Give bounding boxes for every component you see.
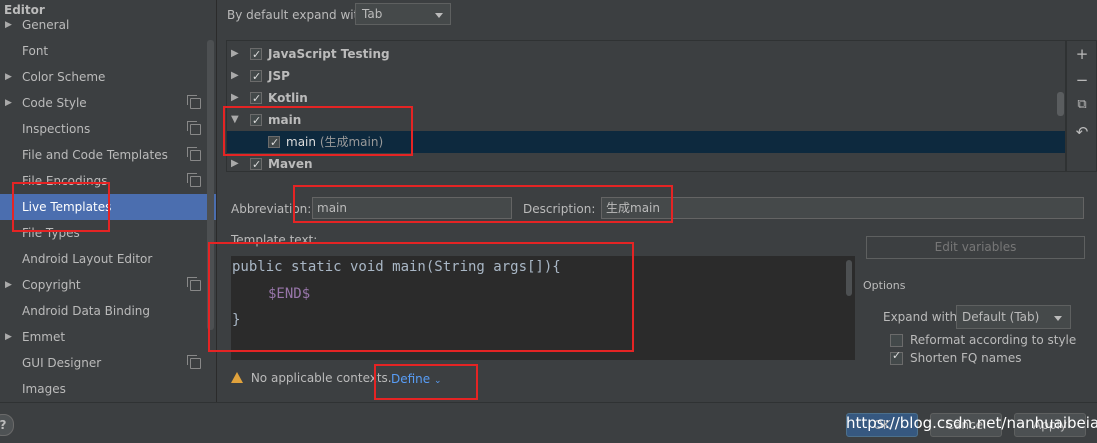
project-copy-icon xyxy=(187,355,201,369)
sidebar-item-images[interactable]: Images xyxy=(0,376,216,402)
tree-toolbar: + − ⧉ ↶ xyxy=(1066,40,1097,172)
project-copy-icon xyxy=(187,147,201,161)
sidebar-item-label: Images xyxy=(22,382,66,396)
group-checkbox[interactable] xyxy=(250,154,262,176)
highlight-box xyxy=(374,364,478,400)
reformat-checkbox[interactable] xyxy=(890,334,903,347)
warning-text: No applicable contexts. xyxy=(250,371,392,385)
expand-arrow-icon[interactable]: ▶ xyxy=(231,153,239,175)
shorten-label: Shorten FQ names xyxy=(910,351,1022,365)
chevron-down-icon xyxy=(435,13,443,18)
expand-arrow-icon[interactable]: ▶ xyxy=(5,272,12,298)
project-copy-icon xyxy=(187,95,201,109)
sidebar-item-android-data-binding[interactable]: Android Data Binding xyxy=(0,298,216,324)
sidebar-item-font[interactable]: Font xyxy=(0,38,216,64)
sidebar-item-label: Font xyxy=(22,44,49,58)
group-checkbox[interactable] xyxy=(250,88,262,110)
remove-icon[interactable]: − xyxy=(1073,71,1091,89)
edit-variables-button[interactable]: Edit variables xyxy=(866,236,1085,259)
warning-icon xyxy=(231,372,243,383)
sidebar-item-emmet[interactable]: ▶ Emmet xyxy=(0,324,216,350)
description-input[interactable]: 生成main xyxy=(601,197,1084,219)
group-checkbox[interactable] xyxy=(250,66,262,88)
highlight-box xyxy=(293,185,673,223)
sidebar-item-label: Color Scheme xyxy=(22,70,106,84)
group-checkbox[interactable] xyxy=(250,44,262,66)
default-expand-label: By default expand with xyxy=(227,8,366,22)
tree-row-label: JavaScript Testing xyxy=(268,47,390,61)
expand-with-value: Default (Tab) xyxy=(962,310,1040,324)
shorten-checkbox[interactable] xyxy=(890,349,903,365)
options-title: Options xyxy=(863,279,906,292)
sidebar-item-inspections[interactable]: Inspections xyxy=(0,116,216,142)
sidebar-item-label: Android Layout Editor xyxy=(22,252,153,266)
tree-scrollbar[interactable] xyxy=(1057,92,1064,116)
expand-with-select[interactable]: Default (Tab) xyxy=(956,305,1071,329)
sidebar-item-label: GUI Designer xyxy=(22,356,102,370)
tree-row-javascript-testing[interactable]: ▶ JavaScript Testing xyxy=(227,43,1065,66)
sidebar-item-label: General xyxy=(22,18,70,32)
default-expand-value: Tab xyxy=(362,7,383,21)
highlight-box xyxy=(208,242,634,352)
default-expand-select[interactable]: Tab xyxy=(355,3,451,25)
tree-row-maven[interactable]: ▶ Maven xyxy=(227,153,1065,176)
expand-arrow-icon[interactable]: ▶ xyxy=(231,43,239,65)
copy-icon[interactable]: ⧉ xyxy=(1073,97,1091,112)
sidebar-item-copyright[interactable]: ▶ Copyright xyxy=(0,272,216,298)
sidebar-item-label: Emmet xyxy=(22,330,66,344)
sidebar-item-label: Inspections xyxy=(22,122,91,136)
restore-icon[interactable]: ↶ xyxy=(1073,123,1091,141)
project-copy-icon xyxy=(187,173,201,187)
sidebar-item-label: Android Data Binding xyxy=(22,304,151,318)
sidebar-item-color-scheme[interactable]: ▶ Color Scheme xyxy=(0,64,216,90)
highlight-box xyxy=(223,106,413,156)
reformat-label: Reformat according to style xyxy=(910,333,1077,347)
highlight-box xyxy=(12,182,110,232)
tree-row-jsp[interactable]: ▶ JSP xyxy=(227,65,1065,88)
editor-scrollbar[interactable] xyxy=(846,260,852,296)
expand-arrow-icon[interactable]: ▶ xyxy=(5,64,12,90)
expand-arrow-icon[interactable]: ▶ xyxy=(5,12,12,38)
sidebar-item-label: Code Style xyxy=(22,96,87,110)
sidebar-item-android-layout-editor[interactable]: Android Layout Editor xyxy=(0,246,216,272)
tree-row-label: Maven xyxy=(268,157,313,171)
chevron-down-icon xyxy=(1054,316,1062,321)
sidebar-item-code-style[interactable]: ▶ Code Style xyxy=(0,90,216,116)
expand-arrow-icon[interactable]: ▶ xyxy=(5,90,12,116)
add-icon[interactable]: + xyxy=(1073,45,1091,63)
expand-arrow-icon[interactable]: ▶ xyxy=(5,324,12,350)
sidebar-item-gui-designer[interactable]: GUI Designer xyxy=(0,350,216,376)
sidebar-item-label: Copyright xyxy=(22,278,81,292)
expand-arrow-icon[interactable]: ▶ xyxy=(231,65,239,87)
context-warning: No applicable contexts. xyxy=(231,371,392,385)
expand-with-label: Expand with xyxy=(883,310,958,324)
watermark-url: https://blog.csdn.net/nanhuaibeian xyxy=(846,414,1097,432)
sidebar-item-file-code-templates[interactable]: File and Code Templates xyxy=(0,142,216,168)
project-copy-icon xyxy=(187,121,201,135)
project-copy-icon xyxy=(187,277,201,291)
tree-row-label: JSP xyxy=(268,69,290,83)
sidebar-item-general[interactable]: ▶ General xyxy=(0,12,216,38)
sidebar-item-label: File and Code Templates xyxy=(22,148,168,162)
